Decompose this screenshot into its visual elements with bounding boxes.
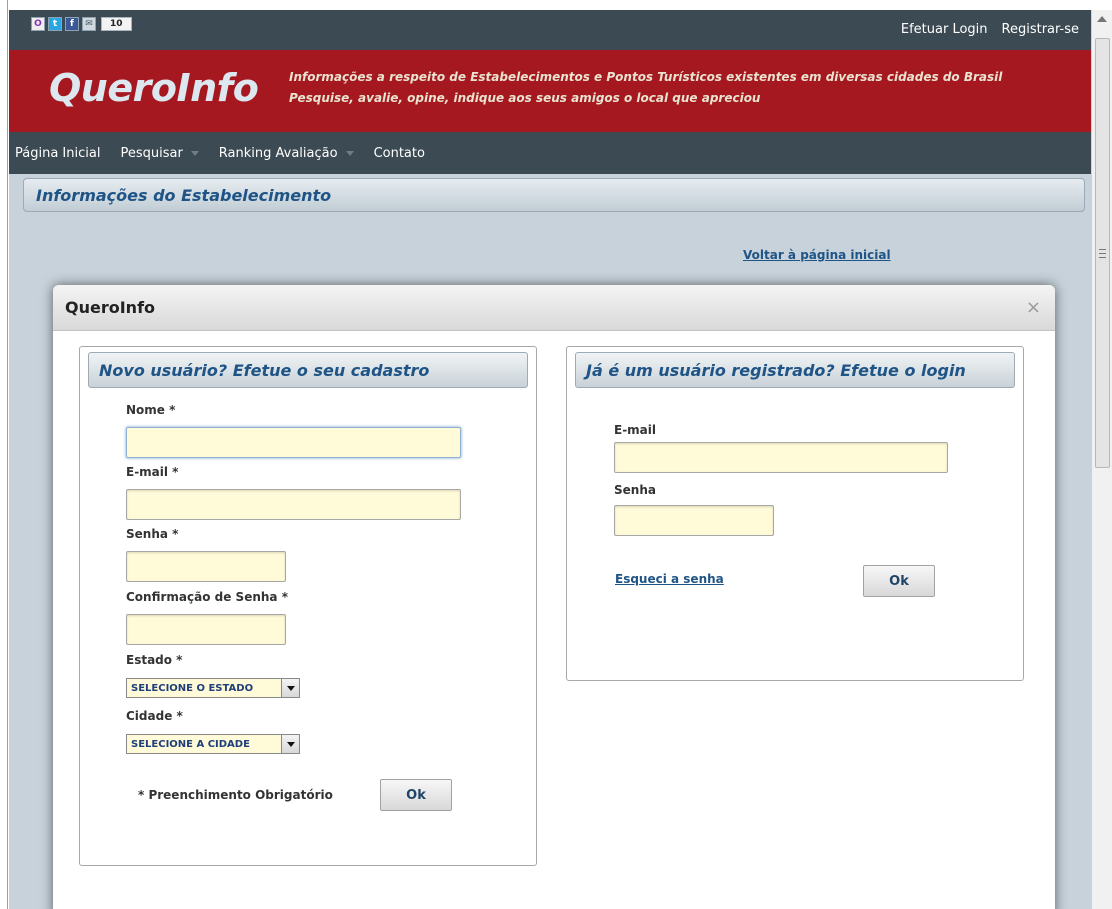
back-to-home-link[interactable]: Voltar à página inicial	[743, 248, 891, 262]
nav-item-label: Contato	[373, 145, 425, 161]
nav-item-label: Ranking Avaliação	[218, 145, 338, 161]
register-password-label: Senha *	[126, 527, 179, 541]
city-select-value: SELECIONE A CIDADE	[131, 739, 250, 750]
nav-item-contact[interactable]: Contato	[374, 146, 425, 161]
scroll-up-icon[interactable]	[1097, 16, 1107, 22]
share-count: 10	[101, 17, 132, 31]
register-email-label: E-mail *	[126, 465, 179, 479]
vertical-scrollbar[interactable]	[1091, 10, 1112, 909]
close-icon[interactable]: ×	[1026, 297, 1041, 318]
modal-title: QueroInfo	[65, 298, 156, 317]
header-tagline-1: Informações a respeito de Estabeleciment…	[289, 70, 1003, 84]
required-note: * Preenchimento Obrigatório	[138, 788, 333, 802]
register-panel-title: Novo usuário? Efetue o seu cadastro	[99, 361, 430, 380]
account-links: Efetuar Login Registrar-se	[901, 22, 1079, 37]
city-label: Cidade *	[126, 709, 183, 723]
login-panel: Já é um usuário registrado? Efetue o log…	[566, 346, 1024, 681]
main-nav: Página Inicial Pesquisar Ranking Avaliaç…	[9, 132, 1091, 174]
state-select[interactable]: SELECIONE O ESTADO	[126, 678, 300, 698]
login-panel-header: Já é um usuário registrado? Efetue o log…	[575, 352, 1015, 388]
mail-icon[interactable]: ✉	[82, 17, 96, 31]
scrollbar-thumb[interactable]	[1095, 38, 1110, 468]
twitter-icon[interactable]: t	[48, 17, 62, 31]
confirm-password-label: Confirmação de Senha *	[126, 590, 288, 604]
register-password-field[interactable]	[126, 551, 286, 582]
section-title: Informações do Estabelecimento	[36, 186, 332, 205]
state-label: Estado *	[126, 653, 183, 667]
login-email-label: E-mail	[614, 423, 657, 437]
nav-item-ranking[interactable]: Ranking Avaliação	[219, 146, 354, 161]
site-logo[interactable]: QueroInfo	[49, 66, 259, 110]
register-ok-button[interactable]: Ok	[380, 779, 452, 811]
city-select[interactable]: SELECIONE A CIDADE	[126, 734, 300, 754]
confirm-password-field[interactable]	[126, 614, 286, 645]
login-link[interactable]: Efetuar Login	[901, 22, 988, 37]
nav-item-label: Página Inicial	[15, 145, 101, 161]
login-panel-title: Já é um usuário registrado? Efetue o log…	[586, 361, 966, 380]
orkut-icon[interactable]: O	[31, 17, 45, 31]
forgot-password-link[interactable]: Esqueci a senha	[615, 572, 724, 586]
top-share-bar: O t f ✉ 10 Efetuar Login Registrar-se	[9, 10, 1091, 50]
state-select-value: SELECIONE O ESTADO	[131, 683, 254, 694]
login-password-field[interactable]	[614, 505, 774, 536]
facebook-icon[interactable]: f	[65, 17, 79, 31]
name-field[interactable]	[126, 427, 461, 458]
chevron-down-icon[interactable]	[281, 735, 299, 753]
chevron-down-icon[interactable]	[281, 679, 299, 697]
share-buttons: O t f ✉ 10	[31, 17, 132, 31]
login-ok-button[interactable]: Ok	[863, 565, 935, 597]
nav-item-label: Pesquisar	[120, 145, 183, 161]
modal-header: QueroInfo ×	[53, 285, 1055, 331]
grip-icon	[1099, 249, 1106, 258]
register-panel-header: Novo usuário? Efetue o seu cadastro	[88, 352, 528, 388]
login-modal: QueroInfo × Novo usuário? Efetue o seu c…	[53, 285, 1055, 909]
register-link[interactable]: Registrar-se	[1002, 22, 1079, 37]
page: O t f ✉ 10 Efetuar Login Registrar-se Qu…	[9, 10, 1091, 909]
section-header: Informações do Estabelecimento	[23, 178, 1085, 212]
header-tagline-2: Pesquise, avalie, opine, indique aos seu…	[289, 91, 761, 105]
nav-item-home[interactable]: Página Inicial	[15, 146, 100, 161]
site-header: QueroInfo Informações a respeito de Esta…	[9, 50, 1091, 132]
login-password-label: Senha	[614, 483, 656, 497]
chevron-down-icon	[190, 150, 199, 156]
register-panel: Novo usuário? Efetue o seu cadastro Nome…	[79, 346, 537, 866]
name-label: Nome *	[126, 403, 176, 417]
nav-item-search[interactable]: Pesquisar	[120, 145, 199, 161]
register-email-field[interactable]	[126, 489, 461, 520]
chevron-down-icon	[345, 150, 354, 156]
login-email-field[interactable]	[614, 442, 948, 473]
window-left-edge	[0, 0, 8, 909]
